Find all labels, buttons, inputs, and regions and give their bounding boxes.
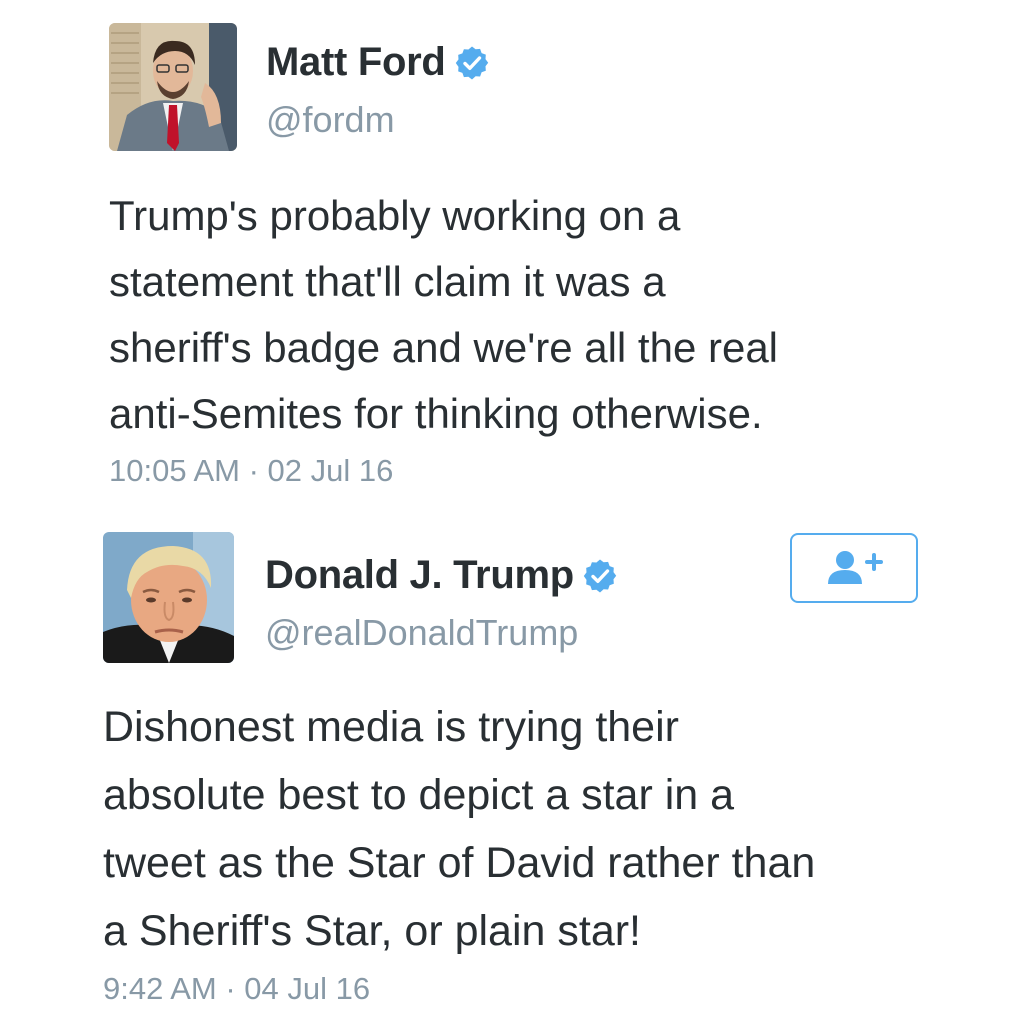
tweet-text-line: a Sheriff's Star, or plain star!	[103, 907, 642, 955]
tweet-text-line: anti-Semites for thinking otherwise.	[109, 390, 763, 437]
tweet-text-line: sheriff's badge and we're all the real	[109, 324, 779, 371]
author-name-row[interactable]: Matt Ford	[266, 40, 490, 85]
author-name[interactable]: Matt Ford	[266, 40, 446, 85]
author-handle[interactable]: @realDonaldTrump	[265, 612, 578, 654]
follow-button[interactable]	[790, 533, 918, 603]
verified-badge-icon	[582, 558, 618, 594]
verified-badge-icon	[454, 45, 490, 81]
author-handle[interactable]: @fordm	[266, 99, 395, 141]
avatar-photo	[109, 23, 237, 151]
tweet-timestamp[interactable]: 9:42 AM · 04 Jul 16	[103, 971, 370, 1007]
tweet-card: Matt Ford @fordm Trump's probably workin…	[0, 0, 1024, 510]
tweet-text-line: statement that'll claim it was a	[109, 258, 666, 305]
tweet-text-line: Dishonest media is trying their	[103, 703, 679, 751]
avatar-photo	[103, 532, 234, 663]
avatar[interactable]	[109, 23, 237, 151]
author-name[interactable]: Donald J. Trump	[265, 553, 574, 598]
tweet-text-line: Trump's probably working on a	[109, 192, 681, 239]
avatar[interactable]	[103, 532, 234, 663]
tweet-text-line: tweet as the Star of David rather than	[103, 839, 816, 887]
author-name-row[interactable]: Donald J. Trump	[265, 553, 618, 598]
tweet-text-line: absolute best to depict a star in a	[103, 771, 735, 819]
add-user-icon	[828, 551, 883, 584]
tweet-text: Dishonest media is trying their absolute…	[103, 693, 1003, 965]
tweet-text: Trump's probably working on a statement …	[109, 183, 969, 447]
tweet-timestamp[interactable]: 10:05 AM · 02 Jul 16	[109, 453, 393, 489]
